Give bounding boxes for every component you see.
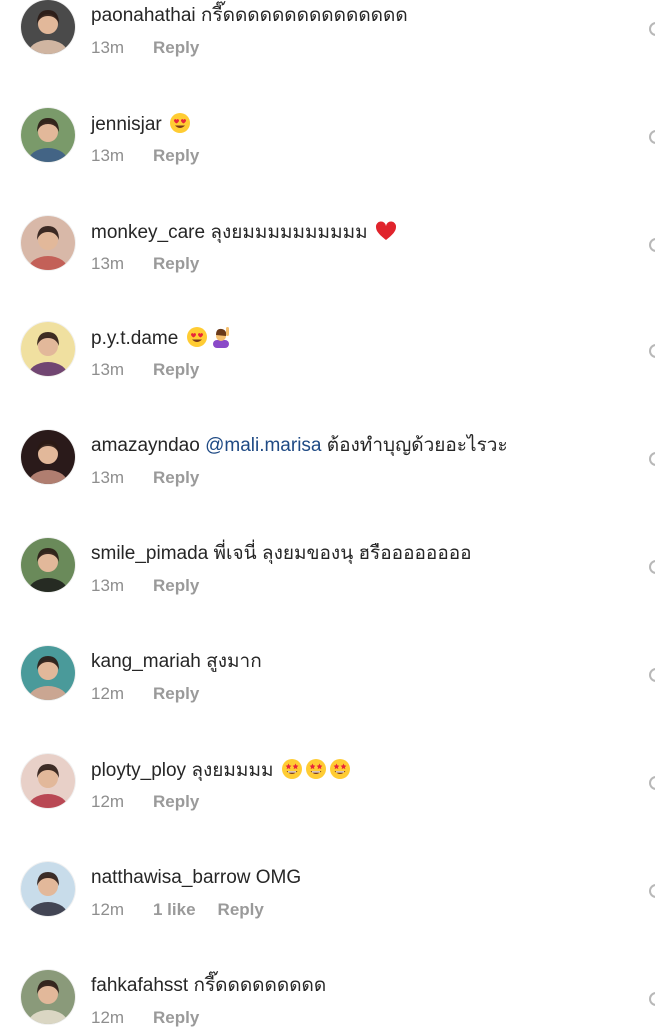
comment-timestamp: 13m <box>91 360 125 379</box>
comment-meta: 13m Reply <box>91 38 199 58</box>
comment-like-count[interactable]: 1 like <box>153 900 196 920</box>
like-heart-icon[interactable] <box>649 452 655 466</box>
comment-meta: 13m Reply <box>91 576 199 596</box>
comment-body: smile_pimada พี่เจนี่ ลุงยมของนุ ฮรืออออ… <box>91 542 472 566</box>
like-heart-icon[interactable] <box>649 22 655 36</box>
comment-timestamp: 13m <box>91 468 125 487</box>
comment-meta: 13m Reply <box>91 146 199 166</box>
comment-text: ลุงยมมมม <box>191 760 274 781</box>
reply-button[interactable]: Reply <box>153 792 199 812</box>
comment-meta: 13m Reply <box>91 360 199 380</box>
star-struck-emoji <box>305 758 327 780</box>
comment-row: jennisjar 13m Reply <box>0 108 655 168</box>
comment-username[interactable]: kang_mariah <box>91 651 201 672</box>
heart-eyes-emoji <box>169 112 191 134</box>
avatar[interactable] <box>21 646 75 700</box>
avatar[interactable] <box>21 754 75 808</box>
avatar[interactable] <box>21 970 75 1024</box>
comment-body: fahkafahsst กรี๊ดดดดดดดดด <box>91 974 326 998</box>
comment-meta: 13m Reply <box>91 254 199 274</box>
comment-body: amazayndao @mali.marisa ต้องทำบุญด้วยอะไ… <box>91 434 508 458</box>
like-heart-icon[interactable] <box>649 776 655 790</box>
like-heart-icon[interactable] <box>649 884 655 898</box>
comment-text: พี่เจนี่ ลุงยมของนุ ฮรืออออออออ <box>213 543 472 564</box>
comment-username[interactable]: p.y.t.dame <box>91 328 178 349</box>
comment-body: monkey_care ลุงยมมมมมมมมมม <box>91 220 397 245</box>
avatar[interactable] <box>21 0 75 54</box>
avatar[interactable] <box>21 108 75 162</box>
comment-text: ลุงยมมมมมมมมมม <box>210 222 368 243</box>
comment-meta: 12m Reply <box>91 684 199 704</box>
comment-username[interactable]: ployty_ploy <box>91 760 186 781</box>
like-heart-icon[interactable] <box>649 560 655 574</box>
comment-body: jennisjar <box>91 112 191 137</box>
reply-button[interactable]: Reply <box>153 576 199 596</box>
comment-row: smile_pimada พี่เจนี่ ลุงยมของนุ ฮรืออออ… <box>0 538 655 598</box>
comment-timestamp: 12m <box>91 1008 125 1027</box>
comment-timestamp: 12m <box>91 792 125 811</box>
like-heart-icon[interactable] <box>649 238 655 252</box>
comment-username[interactable]: smile_pimada <box>91 543 208 564</box>
reply-button[interactable]: Reply <box>153 360 199 380</box>
comment-text: กรี๊ดดดดดดดดดดดดดดด <box>200 5 408 26</box>
reply-button[interactable]: Reply <box>153 38 199 58</box>
avatar[interactable] <box>21 862 75 916</box>
comment-body: paonahathai กรี๊ดดดดดดดดดดดดดดด <box>91 4 408 28</box>
like-heart-icon[interactable] <box>649 344 655 358</box>
comment-body: ployty_ploy ลุงยมมมม <box>91 758 351 783</box>
avatar[interactable] <box>21 538 75 592</box>
comment-timestamp: 13m <box>91 576 125 595</box>
comment-meta: 12m Reply <box>91 1008 199 1028</box>
comment-body: p.y.t.dame <box>91 326 232 351</box>
comment-username[interactable]: fahkafahsst <box>91 975 188 996</box>
comment-row: fahkafahsst กรี๊ดดดดดดดดด 12m Reply <box>0 970 655 1030</box>
comment-body: kang_mariah สูงมาก <box>91 650 262 674</box>
person-raising-hand-emoji <box>210 326 232 348</box>
comment-body: natthawisa_barrow OMG <box>91 866 301 890</box>
comment-row: ployty_ploy ลุงยมมมม 12m Reply <box>0 754 655 814</box>
reply-button[interactable]: Reply <box>153 684 199 704</box>
comment-meta: 13m Reply <box>91 468 199 488</box>
comment-row: p.y.t.dame 13m Reply <box>0 322 655 382</box>
comment-username[interactable]: monkey_care <box>91 222 205 243</box>
comment-row: paonahathai กรี๊ดดดดดดดดดดดดดดด 13m Reply <box>0 0 655 60</box>
star-struck-emoji <box>281 758 303 780</box>
comment-row: monkey_care ลุงยมมมมมมมมมม 13m Reply <box>0 216 655 276</box>
comment-username[interactable]: paonahathai <box>91 5 196 26</box>
heart-eyes-emoji <box>186 326 208 348</box>
reply-button[interactable]: Reply <box>153 468 199 488</box>
comment-row: natthawisa_barrow OMG 12m 1 like Reply <box>0 862 655 922</box>
reply-button[interactable]: Reply <box>153 1008 199 1028</box>
comment-text: สูงมาก <box>206 651 262 672</box>
comment-username[interactable]: jennisjar <box>91 114 162 135</box>
comment-timestamp: 13m <box>91 146 125 165</box>
comment-username[interactable]: amazayndao <box>91 435 200 456</box>
reply-button[interactable]: Reply <box>153 254 199 274</box>
comment-row: kang_mariah สูงมาก 12m Reply <box>0 646 655 706</box>
comment-timestamp: 12m <box>91 684 125 703</box>
comment-username[interactable]: natthawisa_barrow <box>91 867 250 888</box>
comment-text: OMG <box>255 867 302 888</box>
like-heart-icon[interactable] <box>649 130 655 144</box>
avatar[interactable] <box>21 216 75 270</box>
comment-list: paonahathai กรี๊ดดดดดดดดดดดดดดด 13m Reply j… <box>0 0 655 1027</box>
comment-timestamp: 12m <box>91 900 125 919</box>
like-heart-icon[interactable] <box>649 668 655 682</box>
comment-meta: 12m 1 like Reply <box>91 900 264 920</box>
like-heart-icon[interactable] <box>649 992 655 1006</box>
comment-text: กรี๊ดดดดดดดดด <box>193 975 327 996</box>
comment-timestamp: 13m <box>91 38 125 57</box>
reply-button[interactable]: Reply <box>153 146 199 166</box>
star-struck-emoji <box>329 758 351 780</box>
red-heart-emoji <box>375 220 397 242</box>
avatar[interactable] <box>21 430 75 484</box>
comment-row: amazayndao @mali.marisa ต้องทำบุญด้วยอะไ… <box>0 430 655 490</box>
comment-meta: 12m Reply <box>91 792 199 812</box>
comment-text: ต้องทำบุญด้วยอะไรวะ <box>326 435 508 456</box>
comment-mention-link[interactable]: @mali.marisa <box>205 435 321 456</box>
reply-button[interactable]: Reply <box>218 900 264 920</box>
comment-timestamp: 13m <box>91 254 125 273</box>
avatar[interactable] <box>21 322 75 376</box>
